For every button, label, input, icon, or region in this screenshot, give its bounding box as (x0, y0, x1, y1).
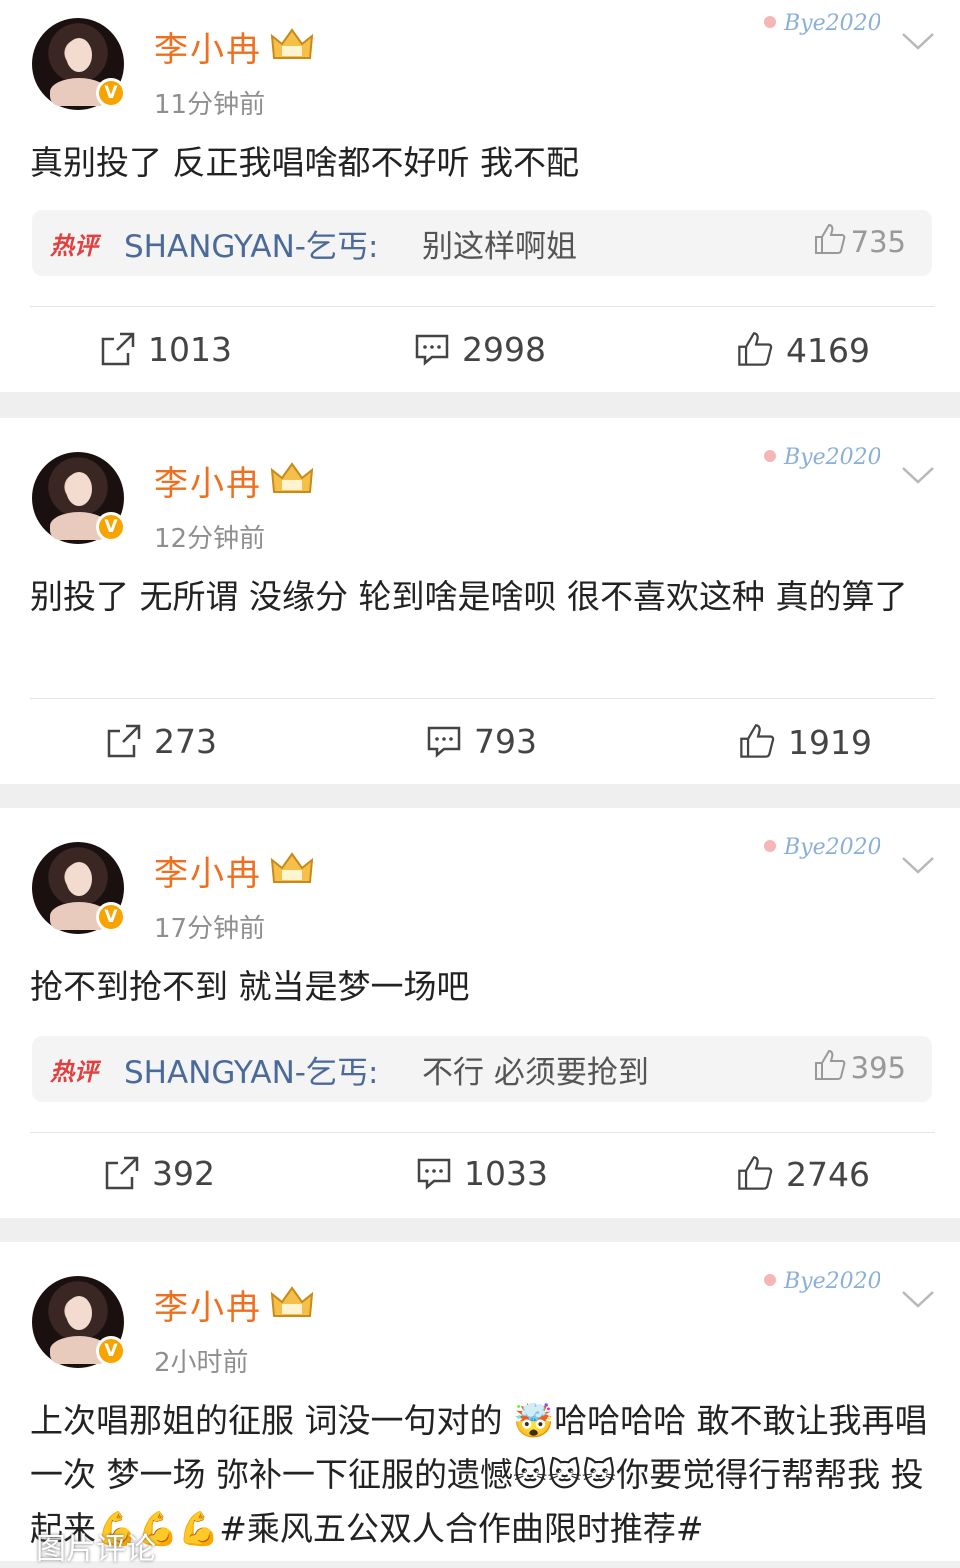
hot-comment-like[interactable]: 395 (813, 1048, 906, 1085)
hot-comment[interactable]: 热评 SHANGYAN-乞丐: 不行 必须要抢到 395 (32, 1036, 932, 1102)
hot-comment[interactable]: 热评 SHANGYAN-乞丐: 别这样啊姐 735 (32, 210, 932, 276)
comment-count: 2998 (462, 330, 546, 369)
repost-count: 392 (152, 1154, 215, 1193)
verified-v-icon: V (96, 78, 126, 108)
post-card: V 李小冉 12分钟前 Bye2020 别投了 无所谓 没缘分 轮到啥是啥呗 很… (0, 418, 960, 784)
repost-icon (101, 332, 135, 366)
svg-text:Bye2020: Bye2020 (783, 835, 880, 860)
hot-comment-text: 别这样啊姐 (422, 229, 577, 265)
repost-icon (105, 1156, 139, 1190)
verified-v-icon: V (96, 512, 126, 542)
comment-button[interactable]: 2998 (414, 330, 546, 369)
comment-button[interactable]: 1033 (416, 1154, 548, 1193)
repost-count: 273 (154, 722, 217, 761)
user-name[interactable]: 李小冉 (154, 846, 262, 895)
comment-icon (417, 1158, 451, 1190)
thumbs-up-icon (738, 332, 773, 366)
repost-button[interactable]: 273 (106, 722, 217, 761)
user-name[interactable]: 李小冉 (154, 1280, 262, 1329)
hot-comment-like[interactable]: 735 (813, 222, 906, 259)
post-time: 12分钟前 (154, 524, 266, 554)
crown-icon (270, 852, 314, 883)
verified-v-icon: V (96, 902, 126, 932)
crown-icon (270, 28, 314, 59)
post-text: 抢不到抢不到 就当是梦一场吧 (30, 967, 470, 1006)
bye2020-decoration: Bye2020 (764, 1269, 880, 1294)
like-count: 1919 (788, 723, 872, 762)
thumbs-up-icon (814, 223, 846, 254)
chevron-down-icon[interactable] (900, 854, 936, 876)
verified-v-icon: V (96, 1336, 126, 1366)
hot-comment-user[interactable]: SHANGYAN-乞丐: (124, 1047, 378, 1092)
chevron-down-icon[interactable] (900, 1288, 936, 1310)
svg-text:Bye2020: Bye2020 (783, 11, 880, 36)
post-text: 上次唱那姐的征服 词没一句对的 🤯哈哈哈哈 敢不敢让我再唱一次 梦一场 弥补一下… (30, 1401, 928, 1548)
thumbs-up-icon (814, 1049, 846, 1080)
like-button[interactable]: 1919 (738, 722, 872, 762)
like-button[interactable]: 4169 (736, 330, 870, 370)
comment-icon (415, 334, 449, 366)
hot-comment-like-count: 735 (850, 225, 906, 259)
post-card: V 李小冉 17分钟前 Bye2020 抢不到抢不到 就当是梦一场吧 热评 SH… (0, 808, 960, 1218)
comment-icon (427, 726, 461, 758)
comment-count: 793 (474, 722, 537, 761)
post-card: V 李小冉 11分钟前 Bye2020 真别投了 反正我唱啥都不好听 我不配 热… (0, 0, 960, 392)
hot-comment-tag: 热评 (50, 232, 98, 260)
post-card: V 李小冉 2小时前 Bye2020 上次唱那姐的征服 词没一句对的 🤯哈哈哈哈… (0, 1242, 960, 1561)
post-time: 17分钟前 (154, 914, 266, 944)
hot-comment-tag: 热评 (50, 1058, 98, 1086)
repost-icon (107, 724, 141, 758)
user-name[interactable]: 李小冉 (154, 22, 262, 71)
repost-button[interactable]: 1013 (100, 330, 232, 369)
svg-text:Bye2020: Bye2020 (783, 1269, 880, 1294)
hot-comment-like-count: 395 (850, 1051, 906, 1085)
svg-text:Bye2020: Bye2020 (783, 445, 880, 470)
post-text: 别投了 无所谓 没缘分 轮到啥是啥呗 很不喜欢这种 真的算了 (30, 577, 908, 616)
crown-icon (270, 1286, 314, 1317)
chevron-down-icon[interactable] (900, 30, 936, 52)
repost-count: 1013 (148, 330, 232, 369)
comment-button[interactable]: 793 (426, 722, 537, 761)
like-button[interactable]: 2746 (736, 1154, 870, 1194)
comment-count: 1033 (464, 1154, 548, 1193)
divider (30, 306, 935, 307)
post-time: 11分钟前 (154, 90, 266, 120)
divider (30, 1132, 935, 1133)
like-count: 4169 (786, 331, 870, 370)
crown-icon (270, 462, 314, 493)
bye2020-decoration: Bye2020 (764, 11, 880, 36)
bye2020-decoration: Bye2020 (764, 835, 880, 860)
thumbs-up-icon (740, 724, 775, 758)
like-count: 2746 (786, 1155, 870, 1194)
post-text: 真别投了 反正我唱啥都不好听 我不配 (30, 143, 579, 182)
repost-button[interactable]: 392 (104, 1154, 215, 1193)
post-time: 2小时前 (154, 1348, 249, 1378)
user-name[interactable]: 李小冉 (154, 456, 262, 505)
chevron-down-icon[interactable] (900, 464, 936, 486)
image-comment-caption: 图片评论 (36, 1532, 156, 1567)
hot-comment-user[interactable]: SHANGYAN-乞丐: (124, 221, 378, 266)
divider (30, 698, 935, 699)
thumbs-up-icon (738, 1156, 773, 1190)
bye2020-decoration: Bye2020 (764, 445, 880, 470)
hot-comment-text: 不行 必须要抢到 (422, 1055, 649, 1091)
